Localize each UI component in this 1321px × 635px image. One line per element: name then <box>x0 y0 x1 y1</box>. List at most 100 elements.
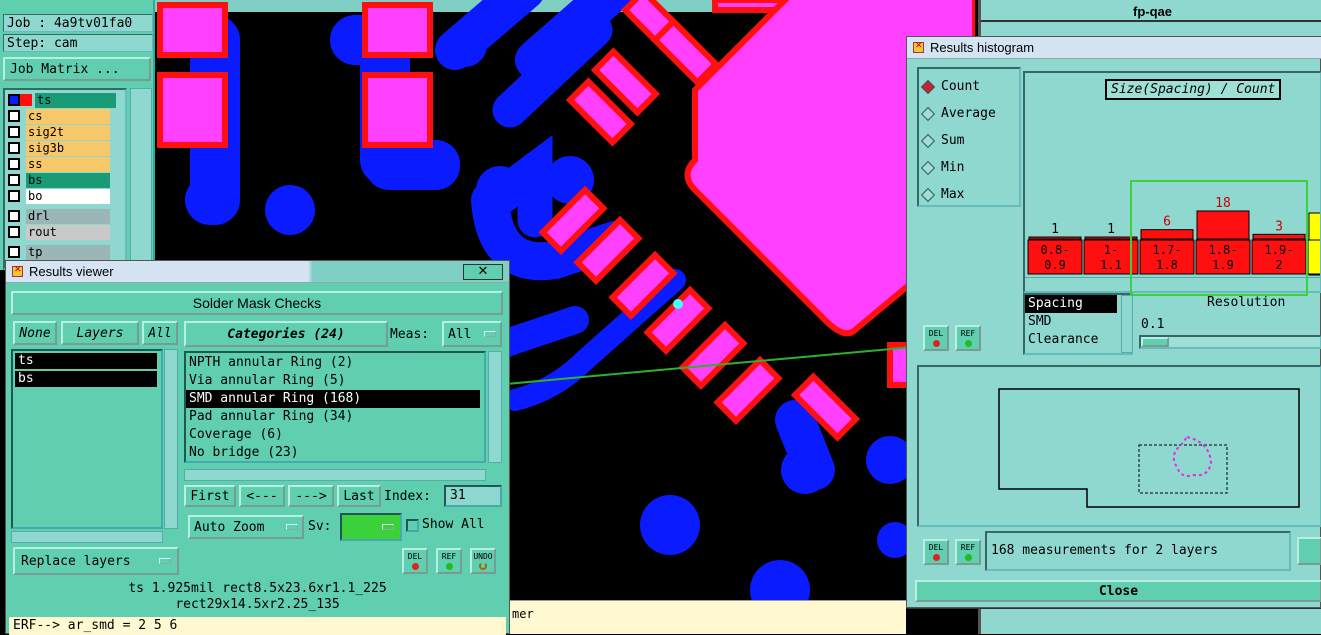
layer-row[interactable]: ts <box>5 92 125 108</box>
histogram-option-average[interactable]: Average <box>919 100 1019 127</box>
layer-name: cs <box>26 108 110 124</box>
measure-item[interactable]: SMD <box>1025 313 1117 331</box>
meas-select[interactable]: All <box>442 321 502 347</box>
bin-label: 1.8- <box>1209 243 1238 257</box>
measure-scrollbar[interactable] <box>1121 295 1133 353</box>
histogram-close-button[interactable]: Close <box>915 580 1321 602</box>
job-panel: Job : 4a9tv01fa0 Step: cam Job Matrix ..… <box>0 0 155 270</box>
layer-checkbox[interactable] <box>8 210 20 222</box>
histogram-bars: 10.8-0.911-1.161.7-1.8181.8-1.931.9-22 <box>1027 196 1320 276</box>
layer-name: bs <box>26 172 110 188</box>
auto-zoom-select[interactable]: Auto Zoom <box>188 515 304 539</box>
viewer-del-button[interactable]: DEL <box>402 548 428 574</box>
layer-list: ts cs sig2t sig3b ss bs bo drl rout tp <box>3 88 127 270</box>
histogram-chart: Size(Spacing) / Count 1 0.8- 0.9 1 1- 1.1 6 1.7… <box>1023 71 1321 293</box>
histogram-titlebar[interactable]: Results histogram <box>907 37 1321 59</box>
resolution-label: Resolution <box>1207 295 1286 310</box>
category-vscroll[interactable] <box>488 351 502 463</box>
histogram-bar[interactable] <box>1084 236 1138 240</box>
none-button[interactable]: None <box>13 321 57 345</box>
layer-row[interactable]: sig3b <box>5 140 125 156</box>
measure-list: Spacing SMD Clearance <box>1023 293 1133 355</box>
resolution-value: 0.1 <box>1141 317 1165 332</box>
layer-row[interactable]: sig2t <box>5 124 125 140</box>
layer-checkbox[interactable] <box>8 226 20 238</box>
layer-checkbox[interactable] <box>8 190 20 202</box>
layer-row[interactable]: ss <box>5 156 125 172</box>
bin-label: 1.7- <box>1153 243 1182 257</box>
histogram-bar[interactable] <box>1196 210 1250 240</box>
layer-row[interactable]: cs <box>5 108 125 124</box>
prev-button[interactable]: <--- <box>239 485 285 507</box>
histogram-bar[interactable] <box>1140 229 1194 240</box>
category-item[interactable]: No bridge (23) <box>186 444 484 462</box>
viewer-titlebar[interactable]: Results viewer ✕ <box>6 261 509 283</box>
measure-item[interactable]: Spacing <box>1025 295 1117 313</box>
results-viewer-window: Results viewer ✕ Solder Mask Checks None… <box>5 260 510 635</box>
category-item[interactable]: SMD annular Ring (168) <box>186 390 480 408</box>
category-item[interactable]: Via annular Ring (5) <box>186 372 484 390</box>
histogram-option-sum[interactable]: Sum <box>919 127 1019 154</box>
last-button[interactable]: Last <box>337 485 381 507</box>
show-all-checkbox[interactable] <box>406 519 419 532</box>
result-layer-item[interactable]: bs <box>15 371 157 387</box>
close-icon[interactable]: ✕ <box>463 263 503 280</box>
layer-checkbox[interactable] <box>8 126 20 138</box>
category-item[interactable]: Pad annular Ring (34) <box>186 408 484 426</box>
bin-label: 0.8- <box>1041 243 1070 257</box>
histogram-status: 168 measurements for 2 layers <box>985 531 1291 571</box>
layer-results-hscroll[interactable] <box>11 531 163 543</box>
all-button[interactable]: All <box>142 321 178 345</box>
layer-checkbox[interactable] <box>8 246 20 258</box>
next-button[interactable]: ---> <box>288 485 334 507</box>
category-hscroll[interactable] <box>184 469 486 481</box>
viewer-ref-button[interactable]: REF <box>436 548 462 574</box>
status-del-button[interactable]: DEL <box>923 539 949 565</box>
info-line-2: rect29x14.5xr2.25_135 <box>175 597 340 612</box>
extra-icon[interactable] <box>1297 537 1321 565</box>
layer-checkbox[interactable] <box>8 110 20 122</box>
category-item[interactable]: NPTH annular Ring (2) <box>186 354 484 372</box>
sv-color-select[interactable] <box>340 513 402 541</box>
bar-count-label: 1 <box>1051 222 1059 237</box>
layer-checkbox[interactable] <box>8 174 20 186</box>
histogram-bar[interactable] <box>1252 233 1306 240</box>
layer-row[interactable]: tp <box>5 244 125 260</box>
category-item[interactable]: Coverage (6) <box>186 426 484 444</box>
layer-color-swatch <box>20 94 32 106</box>
layers-button[interactable]: Layers <box>61 321 139 345</box>
layer-scrollbar[interactable] <box>130 88 152 270</box>
layer-row[interactable]: bs <box>5 172 125 188</box>
categories-button[interactable]: Categories (24) <box>184 321 388 347</box>
radio-icon <box>920 106 936 121</box>
layer-row[interactable]: bo <box>5 188 125 204</box>
histogram-option-max[interactable]: Max <box>919 181 1019 208</box>
job-matrix-button[interactable]: Job Matrix ... <box>3 57 151 81</box>
layer-name: drl <box>26 208 110 224</box>
layer-checkbox[interactable] <box>8 142 20 154</box>
index-input[interactable]: 31 <box>444 485 502 507</box>
layer-row[interactable]: drl <box>5 208 125 224</box>
histogram-option-min[interactable]: Min <box>919 154 1019 181</box>
first-button[interactable]: First <box>184 485 236 507</box>
radio-icon <box>920 133 936 148</box>
dropdown-icon <box>159 558 171 564</box>
layer-checkbox[interactable] <box>8 158 20 170</box>
index-label: Index: <box>384 489 431 504</box>
result-layer-item[interactable]: ts <box>15 353 157 369</box>
resolution-slider[interactable] <box>1139 335 1321 349</box>
histogram-hscroll[interactable] <box>1025 277 1320 291</box>
layer-checkbox[interactable] <box>8 94 20 106</box>
histogram-option-count[interactable]: Count <box>919 73 1019 100</box>
replace-layers-select[interactable]: Replace layers <box>13 547 179 575</box>
measure-item[interactable]: Clearance <box>1025 331 1117 349</box>
layer-results-vscroll[interactable] <box>164 349 178 529</box>
histogram-del-button[interactable]: DEL <box>923 325 949 351</box>
status-ref-button[interactable]: REF <box>955 539 981 565</box>
viewer-undo-button[interactable]: UNDO <box>470 548 496 574</box>
histogram-bar[interactable] <box>1028 236 1082 240</box>
layer-name: tp <box>26 244 110 260</box>
option-label: Count <box>941 79 981 94</box>
layer-row[interactable]: rout <box>5 224 125 240</box>
histogram-ref-button[interactable]: REF <box>955 325 981 351</box>
